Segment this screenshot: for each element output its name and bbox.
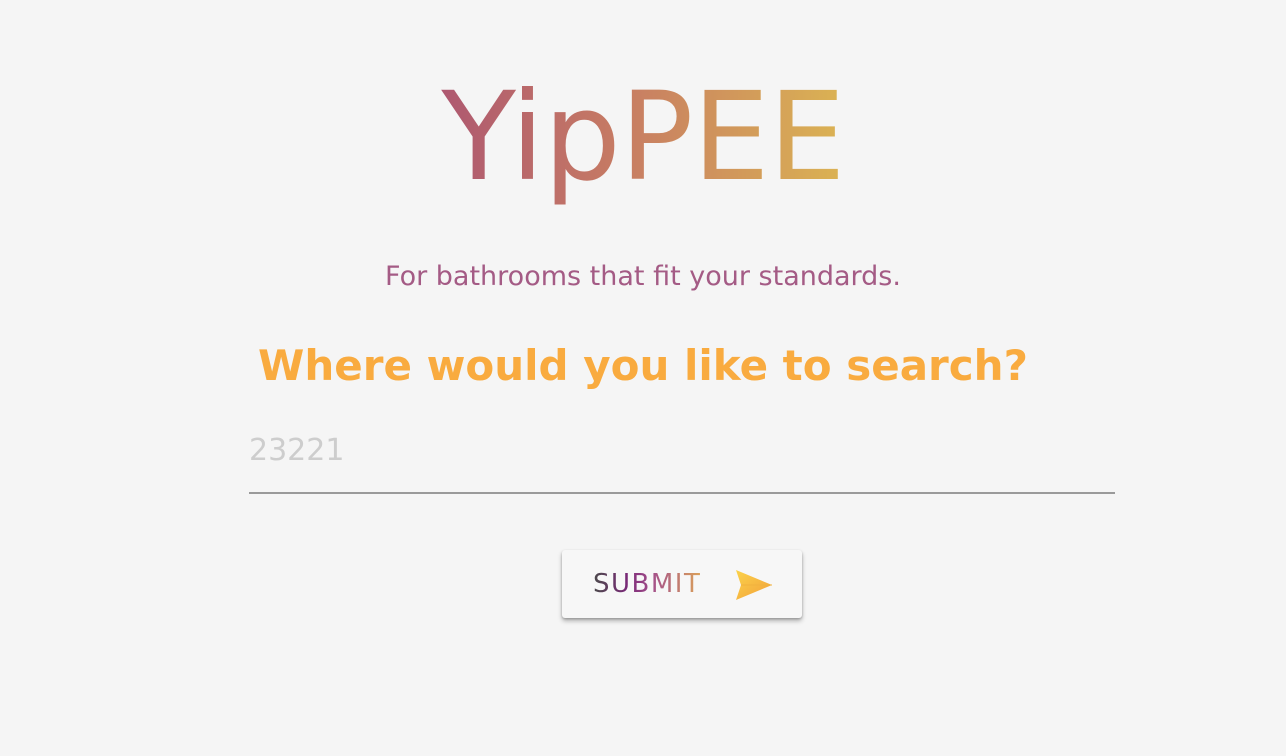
submit-label: SUBMIT bbox=[593, 569, 702, 599]
app-title: YipPEE bbox=[0, 62, 1286, 212]
send-icon bbox=[736, 570, 772, 600]
search-page: YipPEE For bathrooms that fit your stand… bbox=[0, 0, 1286, 756]
search-prompt: Where would you like to search? bbox=[258, 341, 1028, 390]
submit-button[interactable]: SUBMIT bbox=[562, 550, 802, 618]
tagline: For bathrooms that fit your standards. bbox=[385, 261, 901, 292]
search-input[interactable] bbox=[249, 422, 1115, 478]
search-field bbox=[249, 420, 1115, 494]
app-title-text: YipPEE bbox=[441, 66, 845, 208]
